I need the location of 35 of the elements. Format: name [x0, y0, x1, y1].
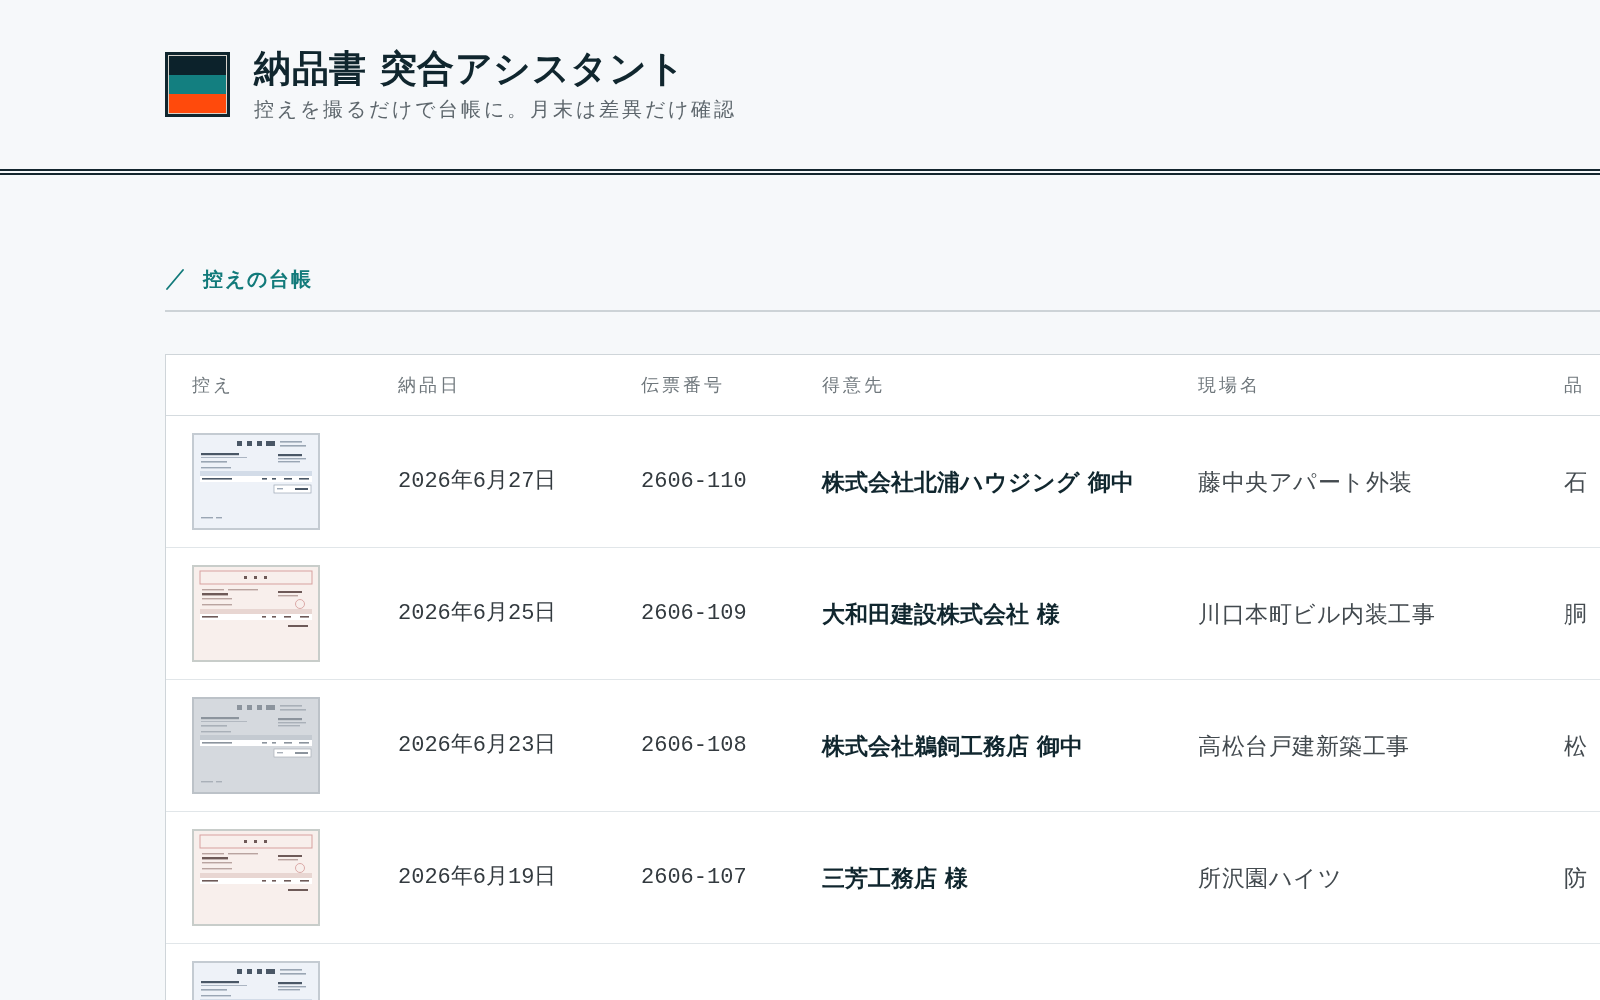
app-title: 納品書 突合アシスタント — [254, 46, 686, 90]
slip-number: 2606-107 — [641, 864, 747, 890]
customer-name: 大和田建設株式会社 様 — [822, 599, 1060, 627]
customer-name: 株式会社鵜飼工務店 御中 — [822, 731, 1083, 759]
column-heading: 伝票番号 — [641, 375, 725, 395]
logo-icon — [165, 51, 230, 117]
slash-icon — [165, 268, 185, 290]
delivery-date: 2026年6月19日 — [398, 864, 557, 890]
item-name: 松 — [1564, 732, 1588, 759]
item-name: 胴 — [1564, 600, 1588, 627]
site-name: 所沢園ハイツ — [1198, 864, 1342, 891]
site-name: 川口本町ビル内装工事 — [1198, 600, 1435, 627]
document-thumbnail-drawing[interactable] — [192, 433, 320, 530]
customer-name: 三芳工務店 様 — [822, 863, 968, 891]
item-name: 防 — [1564, 864, 1588, 891]
delivery-date: 2026年6月25日 — [398, 600, 557, 626]
delivery-date: 2026年6月23日 — [398, 732, 557, 758]
document-thumbnail-drawing[interactable] — [192, 697, 320, 794]
document-thumbnail-drawing[interactable] — [192, 565, 320, 662]
column-heading: 控え — [192, 375, 234, 395]
column-heading: 納品日 — [398, 375, 461, 395]
app-tagline: 控えを撮るだけで台帳に。月末は差異だけ確認 — [254, 97, 737, 122]
slip-number: 2606-108 — [641, 732, 747, 758]
delivery-date: 2026年6月27日 — [398, 468, 557, 494]
document-thumbnail-drawing[interactable] — [192, 829, 320, 926]
slip-number: 2606-109 — [641, 600, 747, 626]
column-heading: 現場名 — [1198, 375, 1261, 395]
item-name: 石 — [1564, 468, 1588, 495]
slip-number: 2606-110 — [641, 468, 747, 494]
section-title: 控えの台帳 — [203, 267, 313, 291]
site-name: 高松台戸建新築工事 — [1198, 732, 1410, 759]
customer-name: 株式会社北浦ハウジング 御中 — [822, 467, 1134, 495]
column-heading: 得意先 — [822, 375, 885, 395]
site-name: 藤中央アパート外装 — [1198, 468, 1413, 495]
column-heading: 品 — [1564, 375, 1585, 395]
